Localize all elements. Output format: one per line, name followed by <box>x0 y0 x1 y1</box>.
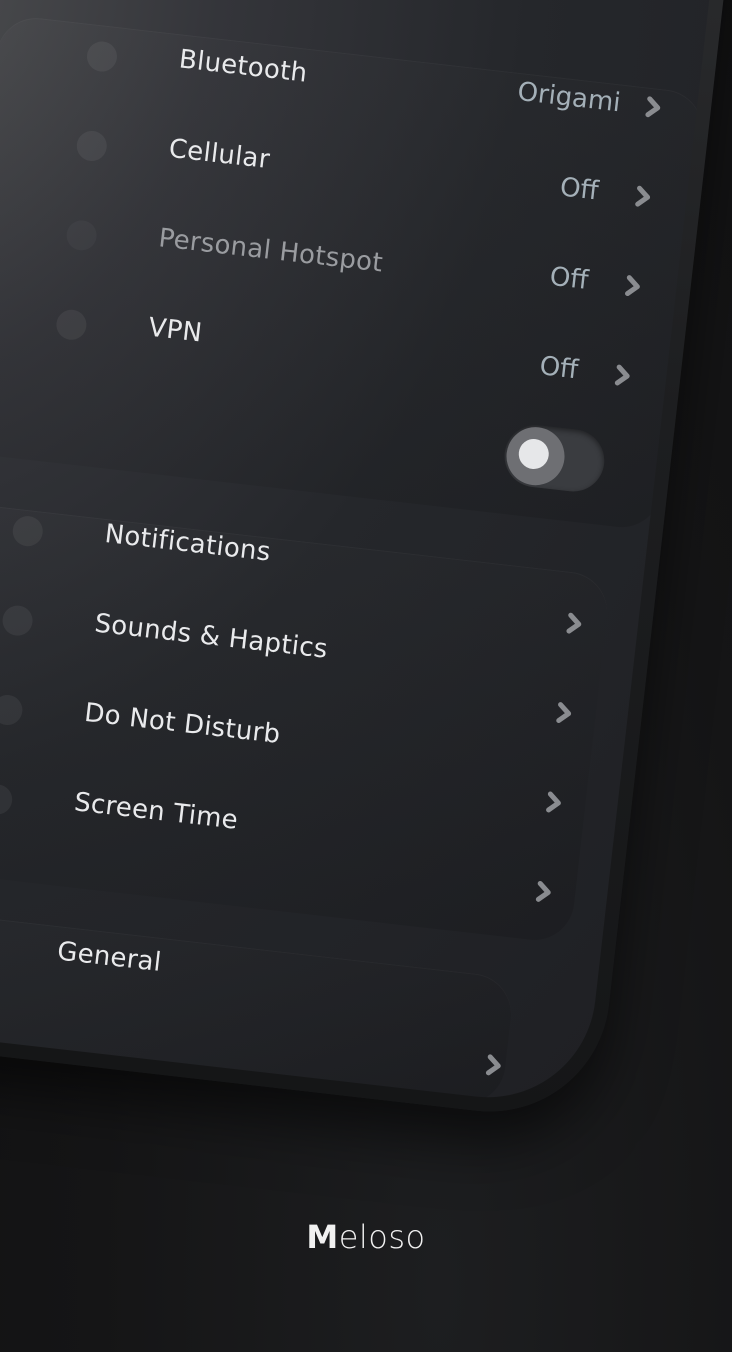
row-value: Off <box>558 172 600 207</box>
screenshot-stage: Bluetooth Origami Cellular Off Personal … <box>0 0 732 1352</box>
brand-wordmark-rest: eloso <box>338 1218 426 1256</box>
hourglass-icon <box>0 782 14 817</box>
chevron-right-icon <box>644 95 664 119</box>
bluetooth-icon <box>85 39 119 74</box>
chevron-right-icon <box>544 791 564 815</box>
chevron-right-icon <box>484 1053 504 1077</box>
row-label: VPN <box>146 312 204 349</box>
brand-wordmark-initial: M <box>306 1218 339 1256</box>
vpn-icon <box>54 308 89 342</box>
phone-frame: Bluetooth Origami Cellular Off Personal … <box>0 0 732 1125</box>
chevron-right-icon <box>633 185 653 209</box>
cellular-icon <box>75 129 109 163</box>
row-value: Off <box>548 261 590 296</box>
chevron-right-icon <box>534 880 554 904</box>
chevron-right-icon <box>613 364 633 388</box>
chevron-right-icon <box>554 701 574 725</box>
row-value: Off <box>538 351 580 386</box>
brand-wordmark: Meloso <box>0 1218 732 1256</box>
sounds-icon <box>0 604 35 638</box>
hotspot-icon <box>65 219 98 252</box>
notifications-icon <box>11 514 45 548</box>
settings-screen: Bluetooth Origami Cellular Off Personal … <box>0 0 732 1109</box>
row-label: Notifications <box>103 519 273 568</box>
moon-icon <box>0 693 24 727</box>
chevron-right-icon <box>565 612 585 636</box>
chevron-right-icon <box>623 274 643 298</box>
